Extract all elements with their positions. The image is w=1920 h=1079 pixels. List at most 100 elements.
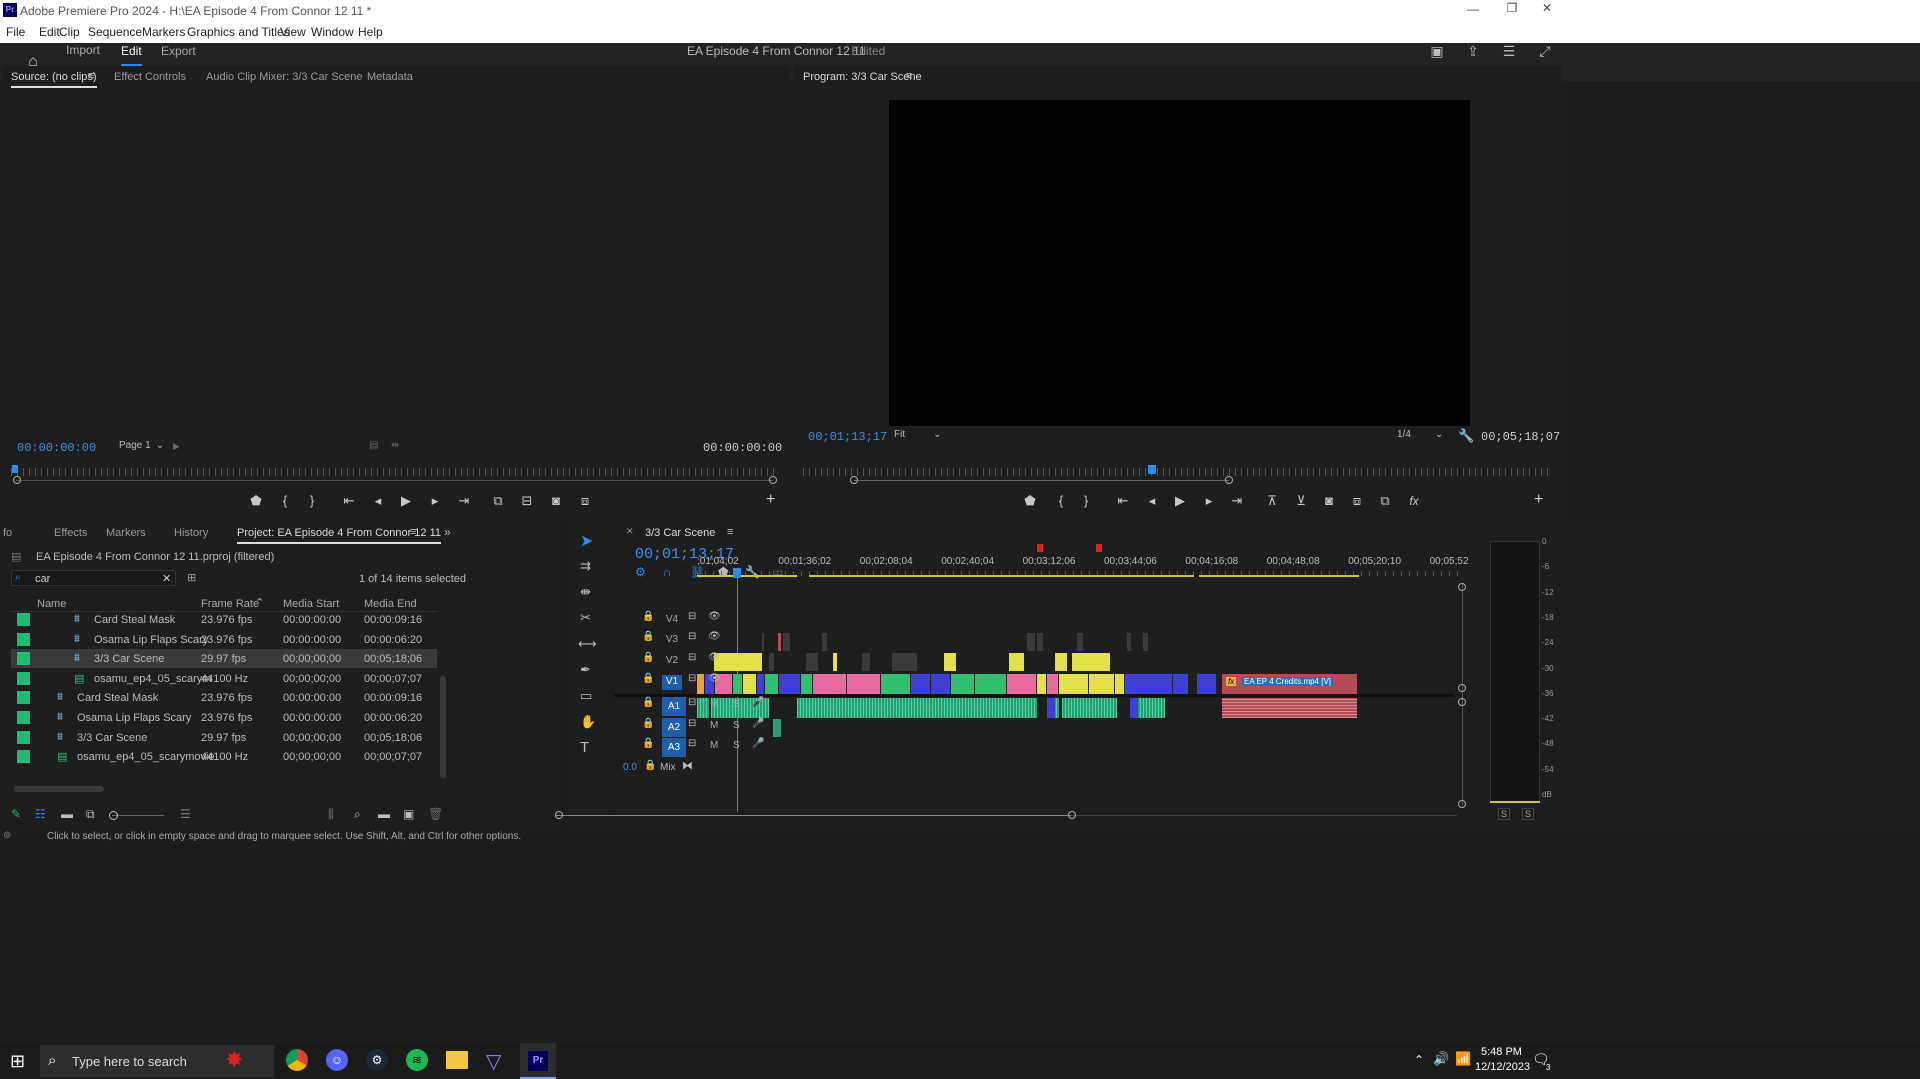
video-clip[interactable] xyxy=(778,633,781,651)
video-clip[interactable] xyxy=(714,653,762,671)
sort-icons-icon[interactable]: ☰ xyxy=(180,807,191,821)
video-clip[interactable] xyxy=(806,653,818,671)
video-clip[interactable] xyxy=(765,674,779,694)
video-clip[interactable] xyxy=(862,653,870,671)
tab-audio-clip-mixer[interactable]: Audio Clip Mixer: 3/3 Car Scene xyxy=(206,71,363,83)
menu-clip[interactable]: Clip xyxy=(59,25,80,39)
steam-icon[interactable]: ⚙ xyxy=(366,1049,388,1071)
program-monitor-video[interactable] xyxy=(889,100,1470,426)
expand-panels-icon[interactable]: » xyxy=(444,525,451,539)
icon-view-icon[interactable]: ▬ xyxy=(61,807,73,821)
video-clip[interactable] xyxy=(1077,633,1083,651)
tab-effects[interactable]: Effects xyxy=(54,527,87,539)
label-color-swatch[interactable] xyxy=(17,691,30,705)
quick-export-icon[interactable]: ▣ xyxy=(1428,43,1446,60)
tab-metadata[interactable]: Metadata xyxy=(367,71,413,83)
taskbar-search[interactable]: ⌕ Type here to search ✸ xyxy=(40,1045,274,1077)
extract-icon[interactable]: ⊻ xyxy=(1292,492,1310,510)
play-icon[interactable]: ▶ xyxy=(397,492,415,510)
audio-clip[interactable] xyxy=(797,698,1037,718)
zoom-handle-right[interactable] xyxy=(1068,811,1076,819)
timeline-zoom-bar[interactable] xyxy=(556,815,1071,816)
table-row[interactable]: ⩩ Osama Lip Flaps Scary 23.976 fps 00:00:00… xyxy=(11,630,437,649)
lock-icon[interactable]: 🔒 xyxy=(642,718,654,729)
go-to-out-icon[interactable]: ⇥ xyxy=(1228,492,1246,510)
button-editor-icon[interactable]: ⧈ xyxy=(576,492,594,510)
track-name[interactable]: V3 xyxy=(662,633,682,648)
find-icon[interactable]: ⌕ xyxy=(354,807,361,822)
audio-clip[interactable] xyxy=(1222,698,1357,718)
clock-time[interactable]: 5:48 PM xyxy=(1481,1046,1522,1058)
lock-icon[interactable]: 🔒 xyxy=(642,652,654,663)
video-clip[interactable] xyxy=(769,653,774,671)
mix-arrow-icon[interactable]: ⧓ xyxy=(682,759,693,772)
zoom-handle-left[interactable] xyxy=(555,811,563,819)
new-bin-icon[interactable]: ▬ xyxy=(378,807,390,821)
table-row[interactable]: ⩩ Osama Lip Flaps Scary 23.976 fps 00:00:00… xyxy=(11,708,437,727)
tab-effect-controls[interactable]: Effect Controls xyxy=(114,71,186,83)
microphone-icon[interactable]: 🎤 xyxy=(752,738,764,749)
video-clip[interactable] xyxy=(911,674,931,694)
clock-date[interactable]: 12/12/2023 xyxy=(1475,1061,1530,1073)
scroll-handle-mid2[interactable] xyxy=(1458,698,1466,706)
audio-clip[interactable] xyxy=(1062,698,1117,718)
program-playhead[interactable] xyxy=(1148,465,1156,474)
menu-markers[interactable]: Markers xyxy=(142,25,185,39)
video-clip[interactable] xyxy=(1072,653,1110,671)
file-explorer-icon[interactable] xyxy=(446,1051,468,1069)
video-clip[interactable] xyxy=(1143,633,1148,651)
video-clip[interactable] xyxy=(757,674,765,694)
tab-info[interactable]: fo xyxy=(3,527,12,539)
video-clip[interactable] xyxy=(733,674,743,694)
mark-in-icon[interactable]: { xyxy=(276,492,294,510)
list-view-icon[interactable]: ☷ xyxy=(35,807,46,821)
scroll-handle-mid[interactable] xyxy=(1458,684,1466,692)
column-name[interactable]: Name xyxy=(37,598,66,610)
mark-out-icon[interactable]: } xyxy=(303,492,321,510)
chrome-icon[interactable] xyxy=(286,1049,308,1071)
label-color-swatch[interactable] xyxy=(17,652,30,666)
step-forward-icon[interactable]: ▸ xyxy=(1200,492,1218,510)
video-clip[interactable] xyxy=(1037,674,1047,694)
mute-button[interactable]: M xyxy=(710,699,718,710)
zoom-handle-right[interactable] xyxy=(1225,476,1233,484)
go-to-in-icon[interactable]: ⇤ xyxy=(1114,492,1132,510)
export-frame-icon[interactable]: ◙ xyxy=(547,492,565,510)
video-clip[interactable] xyxy=(743,674,757,694)
eye-icon[interactable]: 👁 xyxy=(708,611,721,622)
fullscreen-icon[interactable]: ⤢ xyxy=(1536,43,1554,60)
settings-wrench-icon[interactable]: 🔧 xyxy=(1458,428,1474,444)
add-button-icon[interactable]: + xyxy=(766,491,775,509)
menu-sequence[interactable]: Sequence xyxy=(88,25,142,39)
lock-icon[interactable]: 🔒 xyxy=(642,611,654,622)
source-playhead[interactable] xyxy=(12,465,18,473)
windows-start-icon[interactable]: ⊞ xyxy=(10,1051,25,1072)
premiere-taskbar-item[interactable]: Pr xyxy=(520,1043,556,1079)
menu-window[interactable]: Window xyxy=(311,25,354,39)
label-color-swatch[interactable] xyxy=(17,613,30,626)
video-clip[interactable] xyxy=(1055,653,1067,671)
freeform-view-icon[interactable]: ⧉ xyxy=(86,807,95,822)
video-clip[interactable] xyxy=(931,674,951,694)
scroll-handle-bottom[interactable] xyxy=(1458,800,1466,808)
lock-icon[interactable]: 🔒 xyxy=(642,673,654,684)
menu-graphics-titles[interactable]: Graphics and Titles xyxy=(187,25,290,39)
search-input[interactable]: car xyxy=(35,573,50,585)
source-ruler[interactable] xyxy=(11,468,776,476)
overwrite-icon[interactable]: ⊟ xyxy=(518,492,536,510)
mute-button[interactable]: M xyxy=(710,720,718,731)
solo-button[interactable]: S xyxy=(733,740,740,751)
video-clip[interactable] xyxy=(762,633,764,651)
project-vertical-scrollbar[interactable] xyxy=(440,676,446,778)
solo-button[interactable]: S xyxy=(733,699,740,710)
selection-tool-icon[interactable]: ➤ xyxy=(580,531,593,551)
video-clip[interactable] xyxy=(1115,674,1125,694)
add-button-icon[interactable]: + xyxy=(1534,491,1543,509)
panel-menu-icon[interactable]: ≡ xyxy=(410,526,416,538)
eye-icon[interactable]: 👁 xyxy=(708,673,721,684)
video-clip[interactable] xyxy=(779,674,801,694)
label-color-swatch[interactable] xyxy=(17,730,30,744)
program-ruler[interactable] xyxy=(803,468,1553,476)
lock-icon[interactable]: 🔒 xyxy=(642,631,654,642)
lift-icon[interactable]: ⊼ xyxy=(1263,492,1281,510)
